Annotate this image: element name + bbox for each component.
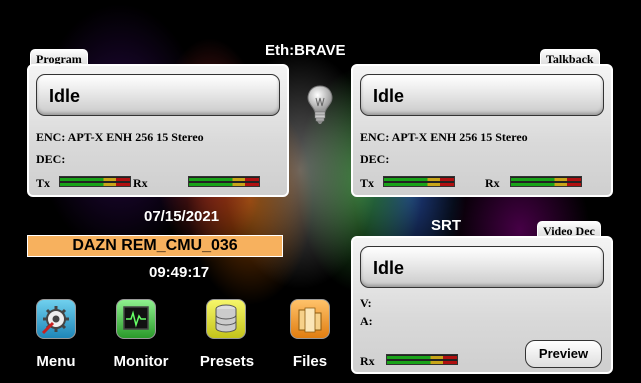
program-rx-label: Rx <box>133 176 148 190</box>
program-rx-meter <box>188 176 260 187</box>
program-panel: Idle ENC: APT-X ENH 256 15 Stereo DEC: T… <box>27 64 289 197</box>
database-icon <box>206 299 246 339</box>
tab-program[interactable]: Program <box>30 49 88 66</box>
talkback-dec-text: DEC: <box>360 152 390 166</box>
menu-label: Menu <box>36 353 76 370</box>
preview-button[interactable]: Preview <box>525 340 602 368</box>
presets-button[interactable]: Presets <box>194 297 260 371</box>
time-display: 09:49:17 <box>149 264 210 281</box>
srt-panel: Idle V: A: Rx Preview <box>351 236 613 374</box>
folder-icon <box>290 299 330 339</box>
monitor-label: Monitor <box>113 353 169 370</box>
gear-icon <box>36 299 76 339</box>
srt-rx-label: Rx <box>360 354 375 368</box>
tab-talkback[interactable]: Talkback <box>540 49 600 66</box>
device-screen: Eth:BRAVE Program Idle ENC: APT-X ENH 25… <box>0 0 641 383</box>
talkback-rx-meter <box>510 176 582 187</box>
talkback-tx-meter <box>383 176 455 187</box>
program-status[interactable]: Idle <box>36 74 280 116</box>
talkback-panel: Idle ENC: APT-X ENH 256 15 Stereo DEC: T… <box>351 64 613 197</box>
connection-name-banner: DAZN REM_CMU_036 <box>27 235 283 257</box>
network-label: Eth:BRAVE <box>265 42 346 59</box>
program-enc-text: ENC: APT-X ENH 256 15 Stereo <box>36 130 204 144</box>
program-dec-text: DEC: <box>36 152 66 166</box>
srt-rx-meter <box>386 354 458 365</box>
presets-label: Presets <box>199 353 255 370</box>
talkback-rx-label: Rx <box>485 176 500 190</box>
monitor-icon <box>116 299 156 339</box>
tab-video-dec[interactable]: Video Dec <box>537 221 601 238</box>
srt-audio-text: A: <box>360 314 373 328</box>
talkback-status[interactable]: Idle <box>360 74 604 116</box>
program-tx-label: Tx <box>36 176 51 190</box>
talkback-enc-text: ENC: APT-X ENH 256 15 Stereo <box>360 130 528 144</box>
program-tx-meter <box>59 176 131 187</box>
monitor-button[interactable]: Monitor <box>106 297 176 371</box>
lightbulb-icon[interactable] <box>306 84 334 126</box>
files-button[interactable]: Files <box>282 297 338 371</box>
srt-title: SRT <box>431 217 461 234</box>
menu-button[interactable]: Menu <box>28 297 86 371</box>
srt-video-text: V: <box>360 296 372 310</box>
date-display: 07/15/2021 <box>144 208 220 225</box>
files-label: Files <box>292 353 328 370</box>
srt-status[interactable]: Idle <box>360 246 604 288</box>
talkback-tx-label: Tx <box>360 176 375 190</box>
